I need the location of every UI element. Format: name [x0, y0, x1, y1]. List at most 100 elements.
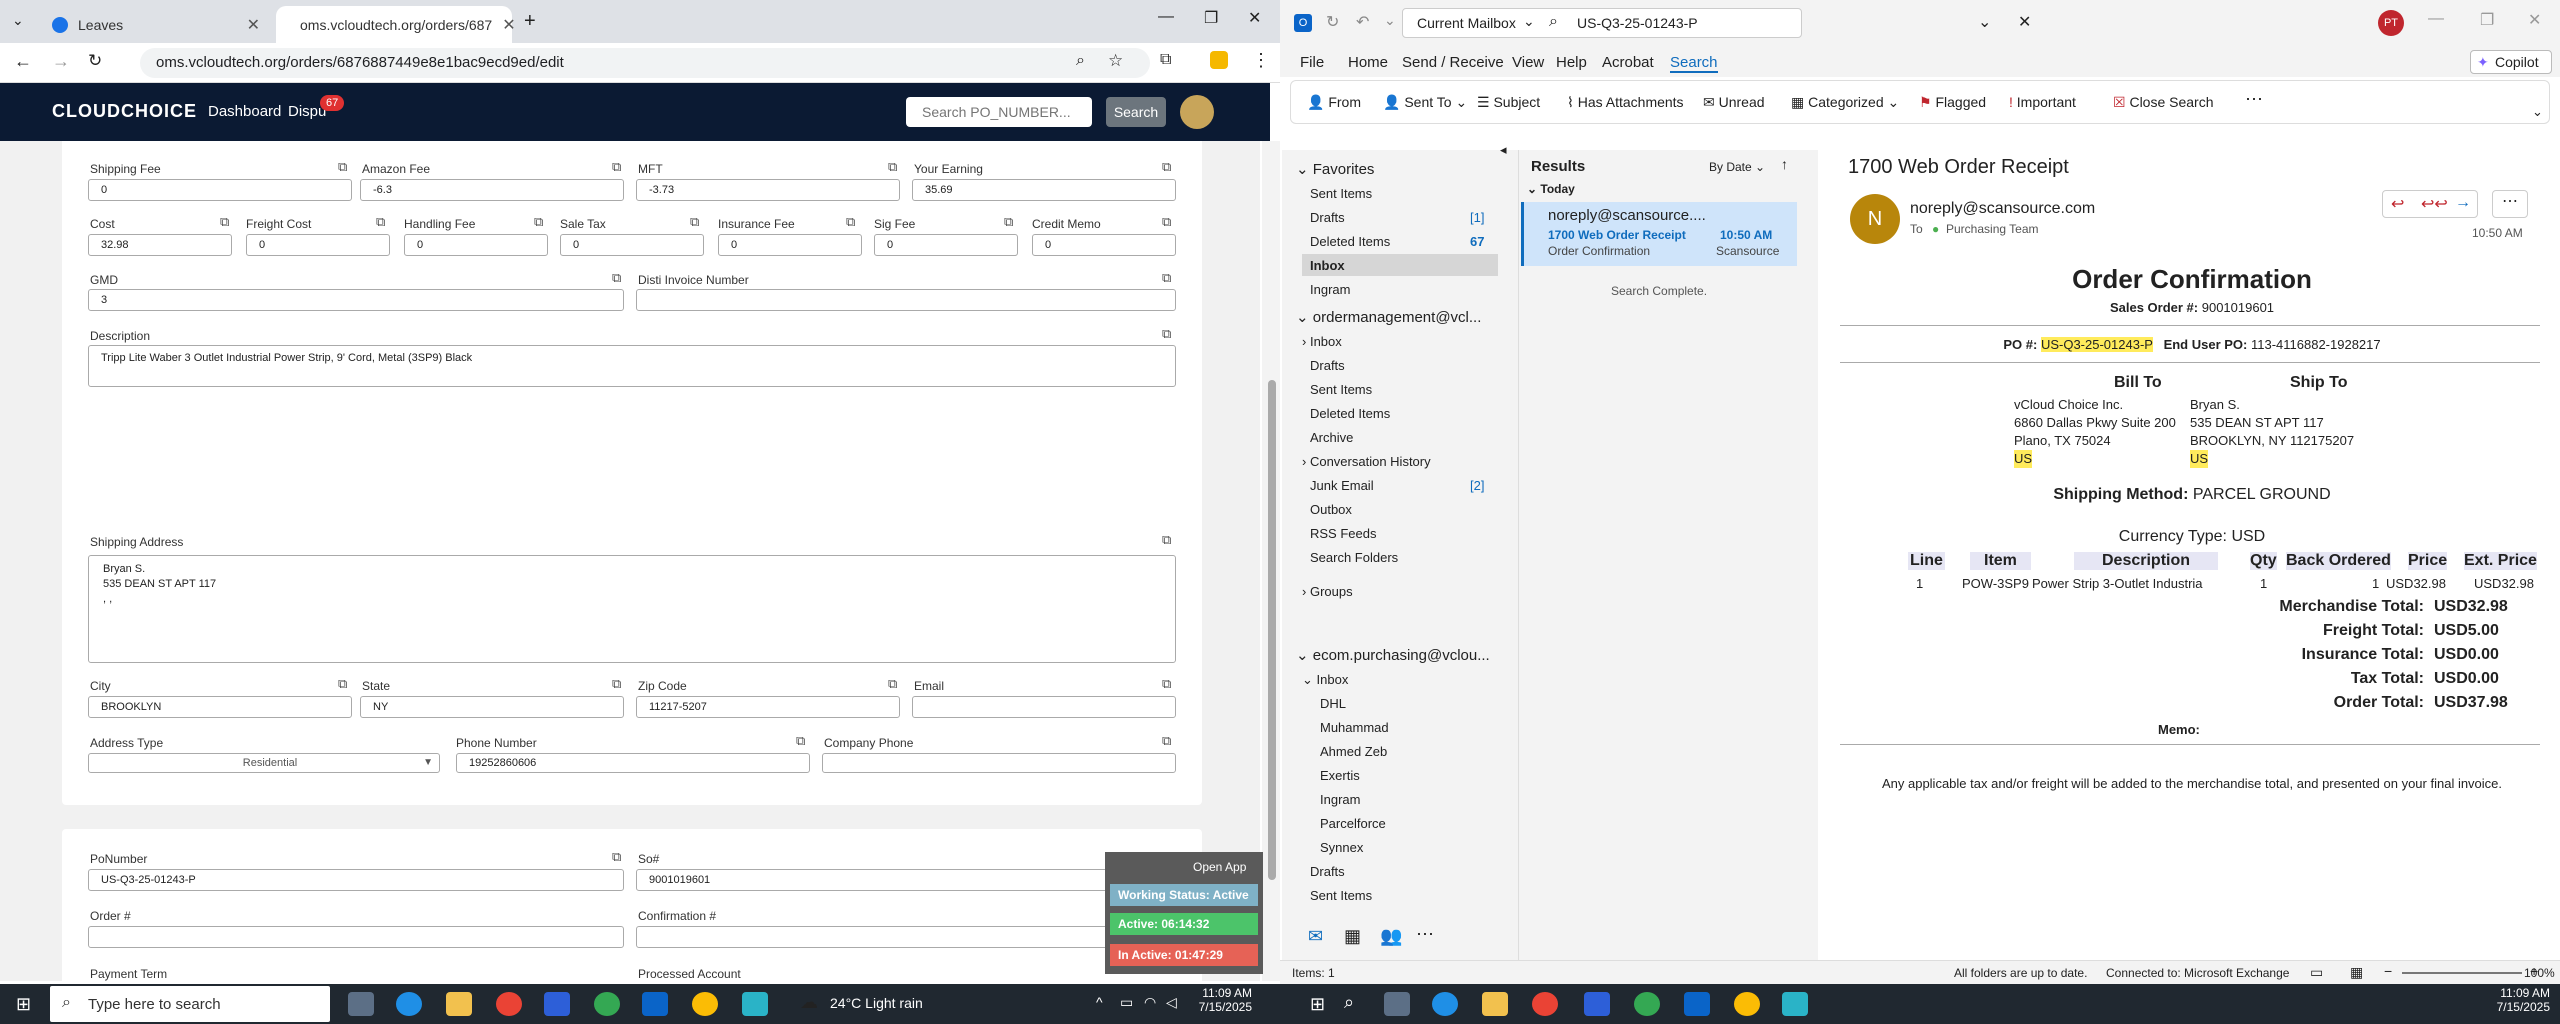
folder-inbox[interactable]: ⌄ Inbox: [1302, 672, 1348, 688]
folder-drafts[interactable]: Drafts: [1310, 210, 1345, 225]
folder-outbox[interactable]: Outbox: [1310, 502, 1352, 517]
folder-archive[interactable]: Archive: [1310, 430, 1353, 445]
po-number-input[interactable]: US-Q3-25-01243-P: [88, 869, 624, 891]
maximize-icon[interactable]: ❐: [2480, 10, 2494, 30]
close-icon[interactable]: ✕: [502, 15, 515, 35]
copy-icon[interactable]: ⧉: [612, 676, 621, 692]
insurance-fee-input[interactable]: 0: [718, 234, 862, 256]
reading-view-icon[interactable]: ▦: [2350, 964, 2363, 981]
folder-ahmed-zeb[interactable]: Ahmed Zeb: [1320, 744, 1387, 759]
copy-icon[interactable]: ⧉: [220, 214, 229, 230]
copilot-button[interactable]: ✦ Copilot: [2470, 50, 2552, 74]
po-search-input[interactable]: [906, 97, 1092, 127]
recipient-name[interactable]: Purchasing Team: [1946, 222, 2039, 236]
edge-icon[interactable]: [396, 992, 422, 1016]
reply-all-icon[interactable]: ↩↩: [2421, 194, 2448, 214]
folder-parcelforce[interactable]: Parcelforce: [1320, 816, 1386, 831]
avatar[interactable]: [1180, 95, 1214, 129]
undo-icon[interactable]: ↶: [1356, 12, 1369, 32]
more-apps-icon[interactable]: ⋯: [1416, 924, 1434, 945]
edge-icon[interactable]: [1432, 992, 1458, 1016]
nav-dashboard[interactable]: Dashboard: [208, 103, 281, 120]
mft-input[interactable]: -3.73: [636, 179, 900, 201]
tab-oms[interactable]: oms.vcloudtech.org/orders/687 ✕: [276, 6, 516, 43]
folder-sent-items[interactable]: Sent Items: [1310, 888, 1372, 903]
handling-fee-input[interactable]: 0: [404, 234, 548, 256]
folder-ingram[interactable]: Ingram: [1310, 282, 1350, 297]
file-explorer-icon[interactable]: [446, 992, 472, 1016]
close-icon[interactable]: ✕: [247, 15, 260, 35]
zoom-icon[interactable]: ⌕: [1076, 52, 1085, 70]
folder-dhl[interactable]: DHL: [1320, 696, 1346, 711]
extension-icon[interactable]: [1210, 51, 1228, 69]
zip-input[interactable]: 11217-5207: [636, 696, 900, 718]
shipping-fee-input[interactable]: 0: [88, 179, 352, 201]
mailbox-scope[interactable]: Current Mailbox: [1417, 15, 1516, 31]
task-view-icon[interactable]: [348, 992, 374, 1016]
tab-file[interactable]: File: [1300, 54, 1324, 71]
your-earning-input[interactable]: 35.69: [912, 179, 1176, 201]
task-view-icon[interactable]: [1384, 992, 1410, 1016]
copy-icon[interactable]: ⧉: [1162, 676, 1171, 692]
search-box[interactable]: Current Mailbox ⌄ ⌕ US-Q3-25-01243-P: [1402, 8, 1802, 38]
copy-icon[interactable]: ⧉: [888, 159, 897, 175]
forward-icon[interactable]: →: [52, 51, 70, 72]
sender-email[interactable]: noreply@scansource.com: [1910, 200, 2095, 218]
folder-junk-email[interactable]: Junk Email: [1310, 478, 1374, 493]
subject-button[interactable]: ☰ Subject: [1477, 94, 1540, 111]
categorized-button[interactable]: ▦ Categorized ⌄: [1791, 94, 1899, 111]
folder-deleted-items[interactable]: Deleted Items: [1310, 234, 1390, 249]
folder-sent-items[interactable]: Sent Items: [1310, 186, 1372, 201]
tab-help[interactable]: Help: [1556, 54, 1587, 71]
copy-icon[interactable]: ⧉: [1004, 214, 1013, 230]
search-options-icon[interactable]: ⌄: [1978, 12, 1991, 32]
chrome-icon[interactable]: [1634, 992, 1660, 1016]
flagged-button[interactable]: ⚑ Flagged: [1919, 94, 1986, 111]
gmd-input[interactable]: 3: [88, 289, 624, 311]
account2-header[interactable]: ⌄ ecom.purchasing@vclou...: [1296, 646, 1490, 664]
copy-icon[interactable]: ⧉: [888, 676, 897, 692]
message-item[interactable]: noreply@scansource.... 1700 Web Order Re…: [1521, 202, 1797, 266]
tab-search-icon[interactable]: ⌄: [12, 12, 24, 29]
tab-home[interactable]: Home: [1348, 54, 1388, 71]
folder-muhammad[interactable]: Muhammad: [1320, 720, 1389, 735]
groups-header[interactable]: › Groups: [1302, 584, 1353, 599]
zoom-app-icon[interactable]: [544, 992, 570, 1016]
tab-view[interactable]: View: [1512, 54, 1544, 71]
copy-icon[interactable]: ⧉: [690, 214, 699, 230]
cost-input[interactable]: 32.98: [88, 234, 232, 256]
tray-chevron-icon[interactable]: ^: [1096, 994, 1103, 1010]
sync-icon[interactable]: ↻: [1326, 12, 1339, 32]
chrome-icon[interactable]: [1532, 992, 1558, 1016]
tab-send-receive[interactable]: Send / Receive: [1402, 54, 1504, 71]
search-query[interactable]: US-Q3-25-01243-P: [1577, 15, 1698, 31]
copy-icon[interactable]: ⧉: [612, 270, 621, 286]
description-textarea[interactable]: Tripp Lite Waber 3 Outlet Industrial Pow…: [88, 345, 1176, 387]
unread-button[interactable]: ✉ Unread: [1703, 94, 1765, 111]
maximize-icon[interactable]: ❐: [1204, 8, 1218, 28]
important-button[interactable]: ! Important: [2009, 94, 2076, 110]
copy-icon[interactable]: ⧉: [612, 849, 621, 865]
copy-icon[interactable]: ⧉: [376, 214, 385, 230]
sort-direction-icon[interactable]: ↑: [1781, 156, 1788, 172]
outlook-icon[interactable]: [1684, 992, 1710, 1016]
confirmation-input[interactable]: [636, 926, 1176, 948]
normal-view-icon[interactable]: ▭: [2310, 964, 2323, 981]
forward-icon[interactable]: →: [2455, 194, 2471, 212]
group-today[interactable]: ⌄ Today: [1527, 182, 1575, 196]
copy-icon[interactable]: ⧉: [1162, 270, 1171, 286]
close-window-icon[interactable]: ✕: [1248, 8, 1261, 28]
tab-leaves[interactable]: Leaves ✕: [38, 6, 274, 43]
credit-memo-input[interactable]: 0: [1032, 234, 1176, 256]
tab-search[interactable]: Search: [1670, 54, 1718, 73]
bookmark-star-icon[interactable]: ☆: [1108, 51, 1123, 71]
windows-start-icon[interactable]: ⊞: [16, 994, 31, 1015]
has-attachments-button[interactable]: ⌇ Has Attachments: [1567, 94, 1684, 111]
copy-icon[interactable]: ⧉: [796, 733, 805, 749]
email-input[interactable]: [912, 696, 1176, 718]
profile-avatar[interactable]: PT: [2378, 10, 2404, 36]
clear-search-icon[interactable]: ✕: [2018, 12, 2031, 32]
folder-rss-feeds[interactable]: RSS Feeds: [1310, 526, 1376, 541]
sale-tax-input[interactable]: 0: [560, 234, 704, 256]
reply-icon[interactable]: ↩: [2391, 194, 2404, 214]
